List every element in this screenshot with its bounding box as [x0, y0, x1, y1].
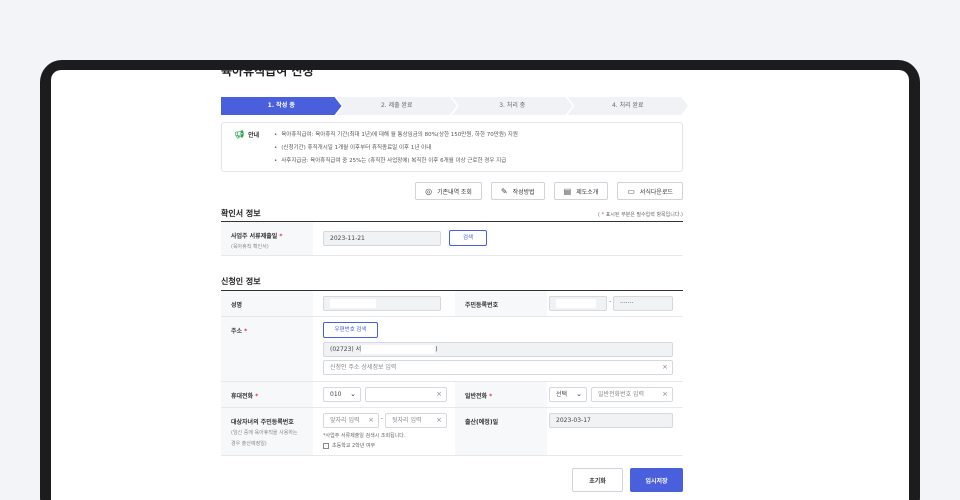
checkbox[interactable]	[323, 442, 329, 449]
address-suffix: )	[435, 346, 438, 353]
notice-heading: 📢︎ 안내	[234, 130, 259, 139]
required-asterisk: *	[253, 393, 259, 400]
clear-icon[interactable]: ×	[662, 361, 668, 374]
submit-date-field[interactable]: 2023-11-21	[323, 231, 441, 246]
download-button-label: 서식다운로드	[639, 189, 673, 196]
submit-date-label: 사업주 서류제출일 * (육아휴직 확인서)	[221, 222, 313, 255]
applicant-section-title: 신청인 정보	[221, 277, 261, 286]
required-asterisk: *	[242, 328, 248, 335]
clear-icon[interactable]: ×	[662, 388, 668, 401]
name-label: 성명	[221, 291, 313, 316]
page-title: 육아휴직급여 신청	[221, 70, 314, 78]
child-rrn-dash: -	[381, 415, 384, 422]
phone-area-select[interactable]: 선택 ⌄	[549, 387, 587, 402]
chevron-down-icon: ⌄	[350, 390, 356, 398]
phone-row: 휴대전화 * 010 ⌄ × 일반전화 * 선택 ⌄ 일반전화번호 입력 ×	[221, 382, 683, 408]
howto-button[interactable]: ✎ 작성방법	[490, 182, 545, 200]
name-field[interactable]	[323, 296, 441, 311]
required-asterisk: *	[487, 393, 493, 400]
address-detail-field[interactable]: 신청인 주소 상세정보 입력 ×	[323, 360, 673, 375]
postcode-search-button[interactable]: 우편번호 검색	[323, 322, 378, 338]
child-label: 대상자녀의 주민등록번호 (임신 중에 육아휴직을 사용하는 경우 출산예정일)	[221, 408, 313, 455]
history-button-label: 기존내역 조회	[437, 189, 472, 196]
megaphone-icon: 📢︎	[234, 130, 245, 139]
mobile-prefix-select[interactable]: 010 ⌄	[323, 387, 361, 402]
notice-box: 📢︎ 안내 육아휴직급여: 육아휴직 기간(최대 1년)에 대해 월 통상임금의…	[221, 122, 683, 172]
required-note: ( * 표시된 부분은 필수입력 항목입니다.)	[598, 211, 683, 218]
download-button[interactable]: ▭ 서식다운로드	[617, 182, 683, 200]
intro-button[interactable]: ▤ 제도소개	[553, 182, 609, 200]
address-line1-field[interactable]: (02723) 서)	[323, 342, 673, 357]
rrn-front-field[interactable]	[549, 296, 607, 311]
required-note-text: 표시된 부분은 필수입력 항목입니다.)	[605, 212, 683, 218]
child-row: 대상자녀의 주민등록번호 (임신 중에 육아휴직을 사용하는 경우 출산예정일)…	[221, 408, 683, 456]
child-label-text: 대상자녀의 주민등록번호	[231, 419, 294, 426]
rrn-label: 주민등록번호	[455, 291, 547, 316]
history-button[interactable]: ◎ 기존내역 조회	[415, 182, 482, 200]
mobile-number-field[interactable]: ×	[365, 387, 447, 402]
document-search-icon: ▤	[563, 186, 572, 196]
eye-icon: ◎	[425, 186, 433, 196]
masked-value	[361, 345, 436, 354]
reset-button[interactable]: 초기화	[572, 468, 623, 492]
mobile-label-text: 휴대전화	[231, 393, 254, 400]
pencil-icon: ✎	[500, 186, 508, 196]
howto-button-label: 작성방법	[512, 189, 535, 196]
name-row: 성명 주민등록번호 - ·······	[221, 291, 683, 317]
submit-date-label-text: 사업주 서류제출일	[231, 233, 278, 240]
mobile-label: 휴대전화 *	[221, 382, 313, 407]
address-label-text: 주소	[231, 328, 243, 335]
intro-button-label: 제도소개	[576, 189, 599, 196]
step-complete: 4. 처리 완료	[568, 97, 689, 115]
date-search-button[interactable]: 검색	[449, 230, 487, 246]
clear-icon[interactable]: ×	[368, 414, 374, 427]
checkbox-label: 초등학교 2학년 여부	[332, 443, 376, 449]
notice-list: 육아휴직급여: 육아휴직 기간(최대 1년)에 대해 월 통상임금의 80%(상…	[274, 129, 518, 168]
rrn-dash: -	[609, 298, 612, 305]
submit-date-row: 사업주 서류제출일 * (육아휴직 확인서) 2023-11-21 검색	[221, 222, 683, 256]
save-draft-button[interactable]: 임시저장	[630, 468, 683, 492]
confirm-section-title: 확인서 정보	[221, 209, 261, 218]
phone-area-value: 선택	[556, 391, 568, 398]
birth-date-field[interactable]: 2023-03-17	[549, 413, 673, 428]
step-processing: 3. 처리 중	[452, 97, 573, 115]
child-front-placeholder: 앞자리 입력	[330, 417, 360, 424]
phone-label: 일반전화 *	[455, 382, 547, 407]
notice-item: (신청기간) 휴직개시일 1개월 이후부터 휴직종료일 이후 1년 이내	[274, 142, 518, 155]
phone-number-field[interactable]: 일반전화번호 입력 ×	[591, 387, 673, 402]
address-row: 주소 * 우편번호 검색 (02723) 서) 신청인 주소 상세정보 입력 ×	[221, 317, 683, 382]
notice-heading-label: 안내	[248, 132, 260, 139]
monitor-icon: ▭	[627, 186, 635, 196]
masked-value	[330, 299, 376, 308]
required-asterisk: *	[277, 233, 283, 240]
step-submitted: 2. 제출 완료	[337, 97, 458, 115]
child-rrn-front-field[interactable]: 앞자리 입력 ×	[323, 413, 379, 428]
birth-date-label: 출산(예정)일	[455, 408, 547, 455]
child-sublabel: (임신 중에 육아휴직을 사용하는 경우 출산예정일)	[231, 430, 298, 447]
elementary-checkbox-row[interactable]: 초등학교 2학년 여부	[323, 442, 375, 449]
phone-placeholder: 일반전화번호 입력	[598, 391, 645, 398]
child-note: *사업주 서류제출일 검색시 조회됩니다.	[323, 433, 406, 439]
notice-item: 육아휴직급여: 육아휴직 기간(최대 1년)에 대해 월 통상임금의 80%(상…	[274, 129, 518, 142]
screen: 육아휴직급여 신청 1. 작성 중 2. 제출 완료 3. 처리 중 4. 처리…	[51, 70, 909, 500]
child-back-placeholder: 뒷자리 입력	[392, 417, 422, 424]
chevron-down-icon: ⌄	[576, 390, 582, 398]
clear-icon[interactable]: ×	[436, 388, 442, 401]
progress-steps: 1. 작성 중 2. 제출 완료 3. 처리 중 4. 처리 완료	[221, 97, 683, 115]
clear-icon[interactable]: ×	[436, 414, 442, 427]
notice-item: 사후지급금: 육아휴직급여 중 25%는 (휴직한 사업장에) 복직한 이후 6…	[274, 155, 518, 168]
address-prefix: (02723) 서	[330, 346, 362, 353]
toolbar: ◎ 기존내역 조회 ✎ 작성방법 ▤ 제도소개 ▭ 서식다운로드	[415, 182, 683, 200]
step-writing: 1. 작성 중	[221, 97, 342, 115]
phone-label-text: 일반전화	[465, 393, 488, 400]
masked-value	[556, 299, 596, 308]
mobile-prefix-value: 010	[330, 391, 342, 398]
rrn-back-field[interactable]: ·······	[613, 296, 673, 311]
child-rrn-back-field[interactable]: 뒷자리 입력 ×	[385, 413, 447, 428]
submit-date-sublabel: (육아휴직 확인서)	[231, 244, 269, 250]
address-label: 주소 *	[221, 317, 313, 381]
address-detail-placeholder: 신청인 주소 상세정보 입력	[330, 364, 397, 371]
